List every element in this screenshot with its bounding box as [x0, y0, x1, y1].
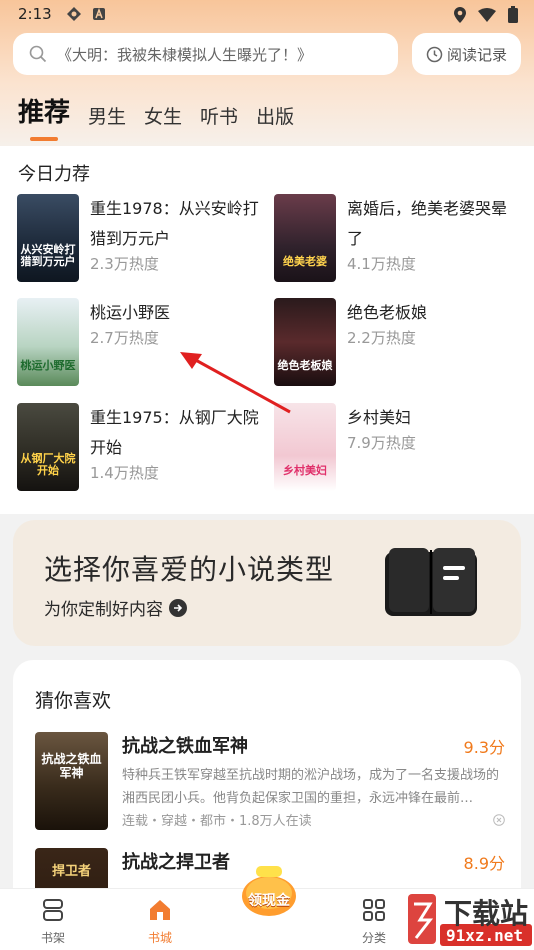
location-icon [454, 6, 466, 23]
nav-bookshelf-label: 书架 [40, 931, 65, 945]
cover-title: 绝色老板娘 [277, 359, 333, 372]
book-item[interactable]: 从兴安岭打猎到万元户 重生1978：从兴安岭打猎到万元户 2.3万热度 [17, 194, 260, 282]
a-notification-icon [92, 7, 105, 20]
cover-title: 从钢厂大院开始 [20, 452, 76, 477]
status-time: 2:13 [18, 5, 52, 23]
book-title: 抗战之铁血军神 [122, 736, 248, 757]
reading-history-label: 阅读记录 [446, 45, 507, 64]
watermark-url: 91xz.net [446, 926, 524, 945]
book-cover: 从兴安岭打猎到万元户 [17, 194, 79, 282]
book-heat: 2.2万热度 [347, 329, 416, 347]
search-input[interactable]: 《大明：我被朱棣模拟人生曝光了！》 [13, 33, 398, 75]
close-icon[interactable] [493, 814, 505, 826]
banner-subtitle-row: 为你定制好内容 [44, 595, 187, 620]
book-item[interactable]: 绝美老婆 离婚后，绝美老婆哭晕了 4.1万热度 [274, 194, 517, 282]
book-heat: 7.9万热度 [347, 434, 416, 452]
tab-female[interactable]: 女生 [144, 102, 182, 129]
banner-title: 选择你喜爱的小说类型 [44, 553, 335, 586]
bookshelf-icon [43, 899, 63, 921]
guess-title: 猜你喜欢 [35, 690, 112, 712]
book-title: 桃运小野医 [90, 303, 171, 322]
book-cover: 从钢厂大院开始 [17, 403, 79, 491]
book-title: 重生1975：从钢厂大院开始 [90, 408, 259, 457]
cover-title: 绝美老婆 [283, 255, 327, 268]
banner-subtitle: 为你定制好内容 [44, 600, 163, 620]
book-title: 乡村美妇 [347, 408, 412, 427]
book-cover: 绝美老婆 [274, 194, 336, 282]
book-description: 特种兵王铁军穿越至抗战时期的淞沪战场，成为了一名支援战场的湘西民团小兵。他背负起… [122, 768, 500, 806]
status-bar: 2:13 [0, 0, 534, 28]
book-score: 9.3分 [463, 738, 505, 757]
today-recommend-title: 今日力荐 [18, 164, 90, 185]
book-title: 绝色老板娘 [347, 303, 428, 322]
nav-bookstore-label: 书城 [147, 931, 172, 945]
book-item[interactable]: 绝色老板娘 绝色老板娘 2.2万热度 [274, 298, 517, 386]
book-heat: 2.7万热度 [90, 329, 159, 347]
recommend-item[interactable]: 抗战之铁血军神 抗战之铁血军神 9.3分 特种兵王铁军穿越至抗战时期的淞沪战场，… [35, 732, 505, 832]
clock-icon [426, 46, 443, 62]
reading-history-button[interactable]: 阅读记录 [412, 33, 521, 75]
cover-title: 乡村美妇 [283, 464, 327, 477]
book-cover: 抗战之铁血军神 [35, 732, 108, 830]
book-item[interactable]: 桃运小野医 桃运小野医 2.7万热度 [17, 298, 260, 386]
cover-title: 抗战之铁血军神 [41, 752, 102, 780]
book-tags: 连载・穿越・都市・1.8万人在读 [122, 814, 312, 829]
book-cover: 乡村美妇 [274, 403, 336, 491]
cover-title: 桃运小野医 [20, 359, 76, 372]
genre-preference-banner[interactable]: 选择你喜爱的小说类型 为你定制好内容 [13, 520, 521, 646]
book-title: 抗战之捍卫者 [122, 852, 230, 873]
book-heat: 2.3万热度 [90, 255, 159, 273]
tab-audiobook[interactable]: 听书 [200, 102, 238, 129]
arrow-right-circle-icon [169, 598, 187, 617]
nav-bookstore[interactable]: 书城 [120, 897, 200, 946]
book-item[interactable]: 从钢厂大院开始 重生1975：从钢厂大院开始 1.4万热度 [17, 403, 260, 491]
cash-reward-button[interactable]: 领现金 [240, 866, 298, 918]
nav-bookshelf[interactable]: 书架 [13, 897, 93, 946]
cash-reward-label: 领现金 [248, 893, 290, 909]
site-watermark: 下载站 91xz.net [402, 890, 534, 950]
book-heat: 4.1万热度 [347, 255, 416, 273]
tab-published[interactable]: 出版 [256, 102, 294, 129]
tab-male[interactable]: 男生 [88, 102, 126, 129]
battery-icon [508, 6, 518, 23]
book-cover: 桃运小野医 [17, 298, 79, 386]
book-item[interactable]: 乡村美妇 乡村美妇 7.9万热度 [274, 403, 517, 491]
category-grid-icon [363, 899, 385, 921]
tab-recommend[interactable]: 推荐 [18, 92, 70, 141]
book-score: 8.9分 [463, 854, 505, 873]
search-icon [29, 45, 47, 63]
book-icon [385, 548, 477, 616]
app-notification-icon [66, 7, 81, 21]
wifi-icon [478, 7, 496, 22]
home-icon [150, 900, 170, 920]
book-title: 离婚后，绝美老婆哭晕了 [347, 199, 508, 248]
cover-title: 从兴安岭打猎到万元户 [20, 243, 76, 268]
category-tabs: 推荐 男生 女生 听书 出版 [18, 92, 294, 141]
search-placeholder: 《大明：我被朱棣模拟人生曝光了！》 [57, 45, 313, 64]
book-title: 重生1978：从兴安岭打猎到万元户 [90, 199, 259, 248]
book-cover: 绝色老板娘 [274, 298, 336, 386]
cover-title: 捍卫者 [51, 864, 91, 879]
book-heat: 1.4万热度 [90, 464, 159, 482]
